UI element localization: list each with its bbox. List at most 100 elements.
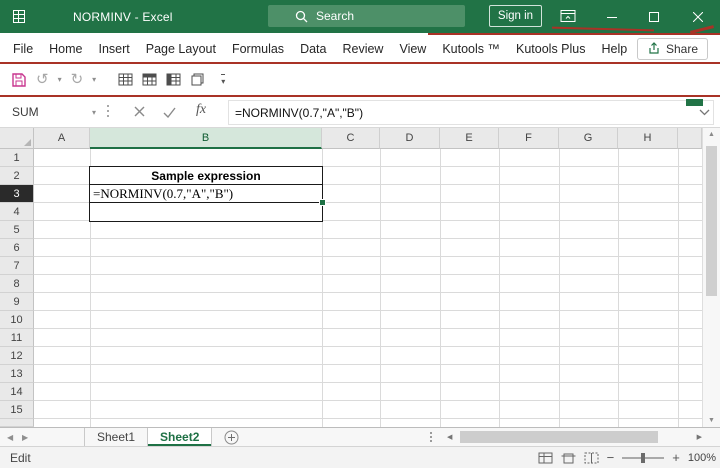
menu-data[interactable]: Data	[292, 42, 334, 56]
vertical-scrollbar-thumb[interactable]	[706, 146, 717, 296]
bordered-range-b2-b4: Sample expression =NORMINV(0.7,"A","B")	[89, 166, 323, 222]
zoom-slider-thumb[interactable]	[641, 453, 645, 463]
tab-scroll-right-icon[interactable]: ▶	[22, 433, 28, 442]
menu-bar: File Home Insert Page Layout Formulas Da…	[0, 35, 720, 62]
row-header[interactable]: 8	[0, 275, 34, 293]
quick-access-toolbar: ↺ ▾ ↻ ▾ ▾	[0, 64, 720, 95]
green-artifact	[686, 99, 703, 106]
row-header-selected[interactable]: 3	[0, 185, 34, 203]
undo-icon[interactable]: ↺	[36, 72, 49, 87]
table-header-icon[interactable]	[142, 73, 157, 86]
menu-kutools[interactable]: Kutools ™	[434, 42, 508, 56]
zoom-in-button[interactable]: +	[672, 450, 680, 465]
row-header[interactable]: 10	[0, 311, 34, 329]
page-layout-view-icon[interactable]	[561, 452, 576, 464]
cancel-icon[interactable]	[134, 106, 145, 117]
row-header[interactable]: 13	[0, 365, 34, 383]
table-column-icon[interactable]	[166, 73, 181, 86]
row-header[interactable]: 4	[0, 203, 34, 221]
new-sheet-icon[interactable]	[224, 430, 239, 445]
column-header-a[interactable]: A	[34, 128, 90, 149]
row-header[interactable]: 5	[0, 221, 34, 239]
cell-b4[interactable]	[90, 203, 322, 220]
table-icon[interactable]	[118, 73, 133, 86]
insert-function-button[interactable]: fx	[196, 102, 206, 118]
gridline	[618, 149, 619, 427]
menu-file[interactable]: File	[5, 42, 41, 56]
gridline	[380, 149, 381, 427]
row-headers: 1 2 3 4 5 6 7 8 9 10 11 12 13 14 15	[0, 149, 34, 427]
row-header[interactable]: 9	[0, 293, 34, 311]
menu-insert[interactable]: Insert	[91, 42, 138, 56]
redo-dropdown-icon[interactable]: ▾	[92, 75, 96, 84]
cell-b2[interactable]: Sample expression	[90, 167, 322, 185]
row-header[interactable]: 15	[0, 401, 34, 419]
column-headers: A B C D E F G H	[34, 128, 702, 149]
scroll-left-icon[interactable]: ◀	[447, 433, 452, 441]
cells-area[interactable]: Sample expression =NORMINV(0.7,"A","B")	[34, 149, 702, 427]
column-header-partial[interactable]	[678, 128, 702, 149]
row-header-partial[interactable]	[0, 419, 34, 427]
enter-icon[interactable]	[163, 107, 176, 118]
gridline	[559, 149, 560, 427]
excel-window: NORMINV - Excel Search Sign in File Home…	[0, 0, 720, 468]
column-header-g[interactable]: G	[559, 128, 618, 149]
fill-handle[interactable]	[319, 199, 326, 206]
menu-help[interactable]: Help	[594, 42, 636, 56]
sheet-tab-sheet2[interactable]: Sheet2	[148, 428, 212, 446]
horizontal-scrollbar[interactable]: ◀ ▶	[444, 428, 706, 446]
row-header[interactable]: 7	[0, 257, 34, 275]
menu-review[interactable]: Review	[334, 42, 391, 56]
sheet-tab-sheet1[interactable]: Sheet1	[84, 428, 148, 446]
name-box-separator	[107, 105, 109, 119]
select-all-button[interactable]	[0, 128, 34, 149]
name-box-value: SUM	[12, 105, 92, 119]
maximize-icon	[649, 12, 659, 22]
minimize-icon	[607, 12, 617, 22]
formula-text: =NORMINV(0.7,"A","B")	[235, 106, 363, 120]
share-button[interactable]: Share	[637, 38, 708, 60]
page-break-view-icon[interactable]	[584, 452, 599, 464]
row-header[interactable]: 14	[0, 383, 34, 401]
column-header-h[interactable]: H	[618, 128, 678, 149]
row-header[interactable]: 1	[0, 149, 34, 167]
menu-formulas[interactable]: Formulas	[224, 42, 292, 56]
column-header-e[interactable]: E	[440, 128, 499, 149]
workbook-pages-icon[interactable]	[190, 73, 205, 86]
column-header-d[interactable]: D	[380, 128, 440, 149]
row-header[interactable]: 6	[0, 239, 34, 257]
menu-view[interactable]: View	[391, 42, 434, 56]
menu-kutools-plus[interactable]: Kutools Plus	[508, 42, 593, 56]
redo-icon[interactable]: ↻	[71, 72, 84, 87]
tab-splitter-handle[interactable]	[430, 432, 432, 443]
tab-scroll-left-icon[interactable]: ◀	[7, 433, 13, 442]
zoom-level[interactable]: 100%	[688, 452, 716, 464]
column-header-f[interactable]: F	[499, 128, 559, 149]
scroll-right-icon[interactable]: ▶	[697, 433, 702, 441]
row-header[interactable]: 12	[0, 347, 34, 365]
zoom-slider[interactable]	[622, 457, 664, 459]
vertical-scrollbar[interactable]: ▲ ▼	[702, 128, 720, 427]
ribbon-display-options-icon[interactable]	[560, 9, 576, 23]
undo-dropdown-icon[interactable]: ▾	[58, 75, 62, 84]
zoom-out-button[interactable]: −	[607, 450, 615, 465]
horizontal-scrollbar-thumb[interactable]	[460, 431, 658, 443]
column-header-c[interactable]: C	[322, 128, 380, 149]
name-box[interactable]: SUM ▾	[6, 100, 102, 124]
formula-bar-expand-icon[interactable]	[699, 109, 710, 116]
cell-b3-editing[interactable]: =NORMINV(0.7,"A","B")	[90, 185, 322, 203]
scroll-up-icon[interactable]: ▲	[703, 131, 720, 138]
row-header[interactable]: 2	[0, 167, 34, 185]
name-box-dropdown-icon[interactable]: ▾	[92, 108, 96, 117]
row-header[interactable]: 11	[0, 329, 34, 347]
search-box[interactable]: Search	[268, 5, 465, 27]
menu-home[interactable]: Home	[41, 42, 90, 56]
sign-in-button[interactable]: Sign in	[489, 5, 542, 27]
normal-view-icon[interactable]	[538, 452, 553, 464]
menu-page-layout[interactable]: Page Layout	[138, 42, 224, 56]
column-header-b[interactable]: B	[90, 128, 322, 149]
formula-input[interactable]: =NORMINV(0.7,"A","B")	[228, 100, 714, 125]
scroll-down-icon[interactable]: ▼	[703, 417, 720, 424]
customize-toolbar-icon[interactable]: ▾	[221, 74, 225, 86]
save-icon[interactable]	[11, 72, 27, 88]
